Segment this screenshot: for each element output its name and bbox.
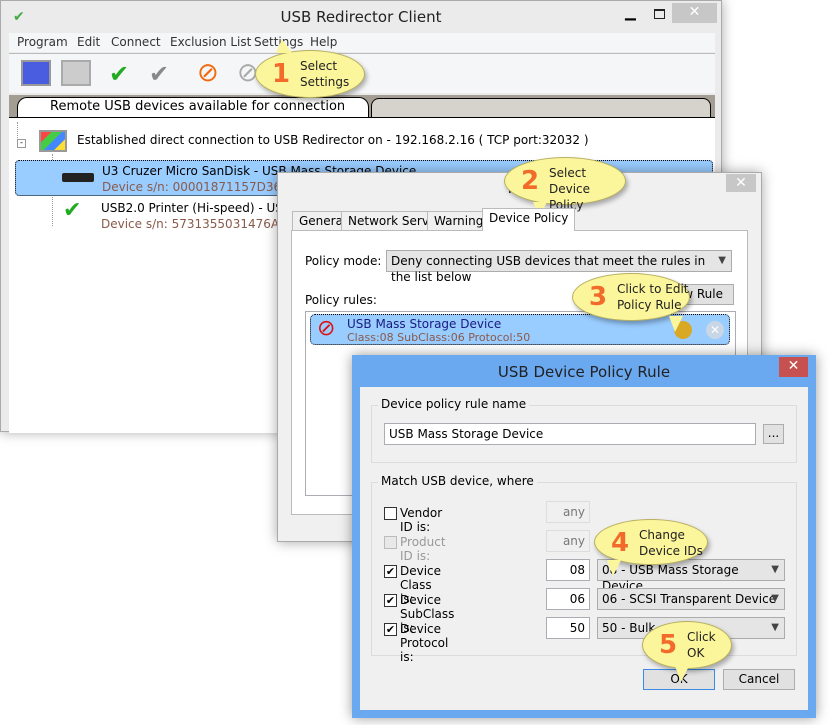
step-number: 3 xyxy=(589,282,608,312)
group-label: Match USB device, where xyxy=(378,474,537,488)
menu-bar: Program Edit Connect Exclusion List Sett… xyxy=(9,33,715,52)
step-number: 1 xyxy=(272,59,291,89)
menu-edit[interactable]: Edit xyxy=(77,35,100,49)
row-label: Product ID is: xyxy=(400,535,446,563)
callout-text: Select Device Policy xyxy=(549,166,591,212)
menu-connect[interactable]: Connect xyxy=(111,35,161,49)
group-label: Device policy rule name xyxy=(378,397,530,411)
connection-label[interactable]: Established direct connection to USB Red… xyxy=(77,133,589,147)
connect-device-icon[interactable]: ✔ xyxy=(109,60,129,88)
maximize-button[interactable] xyxy=(654,9,665,19)
callout-text: Change Device IDs xyxy=(639,528,703,558)
minimize-button[interactable]: ▁ xyxy=(625,5,636,21)
deny-usb-icon: ⊘ xyxy=(317,316,336,341)
row-select-value: 06 - SCSI Transparent Device xyxy=(602,592,777,606)
policy-mode-select[interactable]: Deny connecting USB devices that meet th… xyxy=(386,250,732,284)
add-server-icon[interactable] xyxy=(21,60,51,86)
disconnect-device-icon[interactable]: ✔ xyxy=(149,60,169,88)
callout-step-2: 2 Select Device Policy xyxy=(504,157,626,218)
tab-device-policy[interactable]: Device Policy xyxy=(482,208,576,231)
tab-strip: Remote USB devices available for connect… xyxy=(9,95,715,117)
step-number: 2 xyxy=(521,166,540,196)
callout-step-4: 4 Change Device IDs xyxy=(594,519,708,576)
close-button[interactable]: ✕ xyxy=(672,3,717,23)
chevron-down-icon: ▼ xyxy=(718,255,726,266)
rule-dialog-body: Device policy rule name USB Mass Storage… xyxy=(360,387,808,710)
callout-step-3: 3 Click to Edit Policy Rule xyxy=(572,273,690,332)
rule-dialog-title: USB Device Policy Rule xyxy=(497,363,671,381)
computer-icon xyxy=(39,130,67,152)
chevron-down-icon: ▼ xyxy=(771,593,779,604)
rule-details: Class:08 SubClass:06 Protocol:50 xyxy=(347,331,531,344)
rule-name: USB Mass Storage Device xyxy=(347,317,502,331)
row-value-input[interactable]: 50 xyxy=(546,617,590,639)
browse-button[interactable]: ... xyxy=(763,424,784,444)
callout-text: Click OK xyxy=(687,630,716,660)
row-checkbox[interactable]: ✔ xyxy=(384,565,397,578)
callout-step-1: 1 Select Settings xyxy=(255,39,365,98)
menu-exclusion-list[interactable]: Exclusion List xyxy=(170,35,251,49)
row-checkbox[interactable]: ✔ xyxy=(384,623,397,636)
usb-drive-icon xyxy=(62,173,94,182)
row-value-input[interactable]: 06 xyxy=(546,588,590,610)
collapse-toggle[interactable]: - xyxy=(17,139,26,148)
close-button[interactable]: ✕ xyxy=(779,357,808,377)
callout-text: Click to Edit Policy Rule xyxy=(617,282,689,312)
device-serial: Device s/n: 00001871157D366 xyxy=(102,180,289,194)
step-number: 4 xyxy=(611,528,630,558)
row-value-input: any xyxy=(546,501,590,523)
cancel-button[interactable]: Cancel xyxy=(723,669,795,690)
tab-empty[interactable] xyxy=(371,98,711,117)
close-button[interactable]: ✕ xyxy=(726,174,756,192)
callout-text: Select Settings xyxy=(300,59,350,89)
row-checkbox xyxy=(384,536,397,549)
policy-rule-dialog: USB Device Policy Rule ✕ Device policy r… xyxy=(352,355,816,718)
row-checkbox[interactable] xyxy=(384,507,397,520)
menu-program[interactable]: Program xyxy=(17,35,68,49)
tab-remote-devices[interactable]: Remote USB devices available for connect… xyxy=(17,97,369,117)
row-value-input[interactable]: 08 xyxy=(546,559,590,581)
add-exclusion-icon[interactable]: ⊘ xyxy=(197,58,219,88)
row-label: Device Protocol is: xyxy=(400,622,449,664)
chevron-down-icon: ▼ xyxy=(771,622,779,633)
menu-help[interactable]: Help xyxy=(310,35,337,49)
policy-rules-label: Policy rules: xyxy=(305,293,377,307)
callout-step-5: 5 Click OK xyxy=(642,621,732,682)
window-title: USB Redirector Client xyxy=(280,8,442,26)
remove-server-icon[interactable] xyxy=(61,60,91,86)
row-label: Vendor ID is: xyxy=(400,506,443,534)
usb-connected-icon: ✔ xyxy=(63,198,82,223)
row-value-input: any xyxy=(546,530,590,552)
rule-name-input[interactable]: USB Mass Storage Device xyxy=(384,423,756,445)
policy-mode-label: Policy mode: xyxy=(305,254,382,268)
step-number: 5 xyxy=(659,630,678,660)
row-select[interactable]: 06 - SCSI Transparent Device ▼ xyxy=(597,588,785,610)
policy-rule-item[interactable]: ⊘ USB Mass Storage Device Class:08 SubCl… xyxy=(310,314,730,345)
chevron-down-icon: ▼ xyxy=(771,564,779,575)
device-name: USB2.0 Printer (Hi-speed) - USB P xyxy=(101,201,303,215)
delete-rule-icon[interactable]: ✕ xyxy=(706,321,724,339)
row-checkbox[interactable]: ✔ xyxy=(384,594,397,607)
